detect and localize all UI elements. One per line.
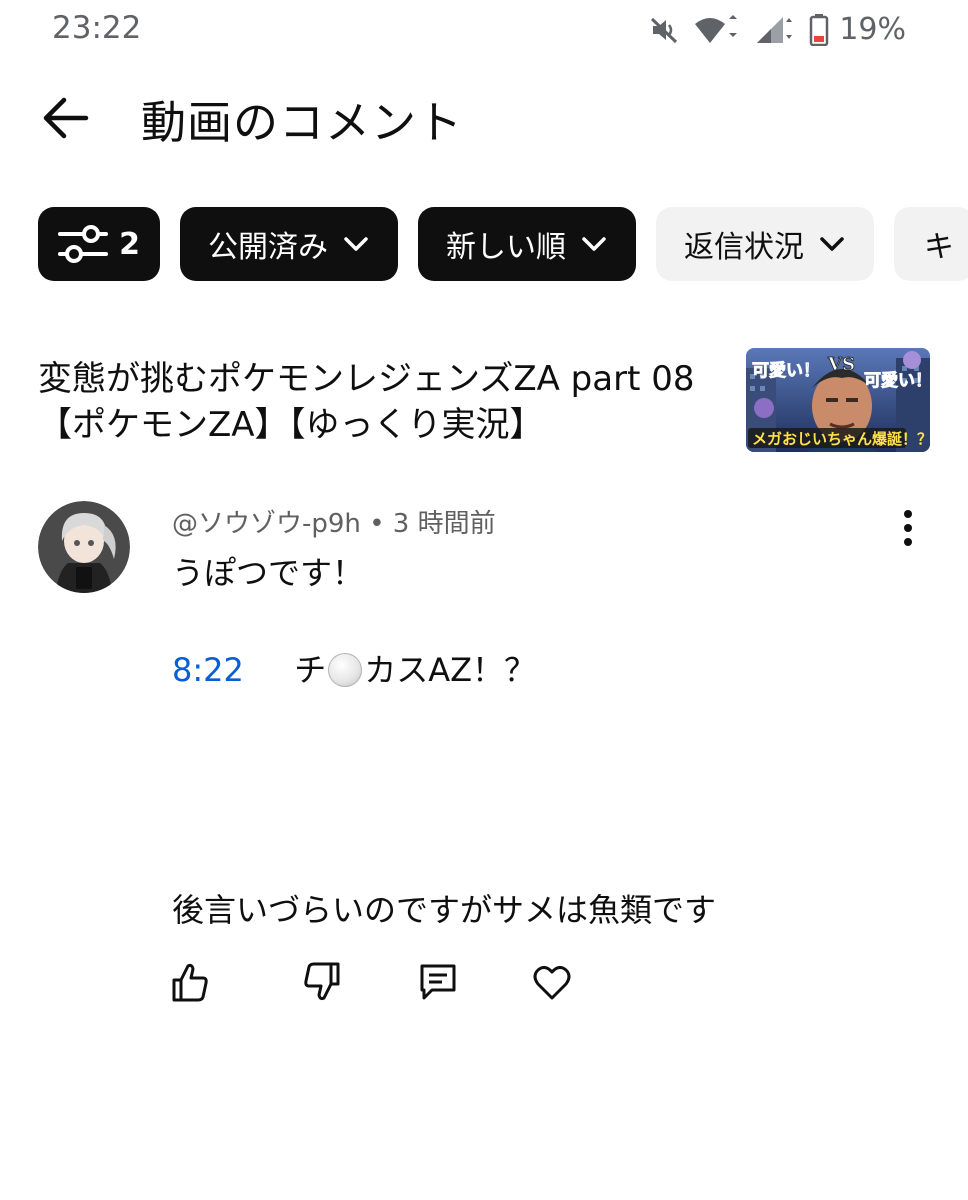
- comment-icon: [420, 964, 456, 1000]
- like-button[interactable]: [170, 960, 210, 1004]
- published-chip[interactable]: 公開済み: [180, 207, 398, 281]
- arrow-left-icon: [43, 97, 89, 139]
- chevron-down-icon: [820, 237, 844, 251]
- more-filter-chip[interactable]: キ: [894, 207, 968, 281]
- published-label: 公開済み: [208, 230, 328, 265]
- back-button[interactable]: [38, 90, 94, 146]
- avatar[interactable]: [38, 501, 130, 593]
- status-bar: 23:22 19%: [0, 0, 968, 60]
- filter-count: 2: [119, 226, 140, 262]
- comment-text-before: チ: [294, 651, 327, 689]
- thumb-text-bottom: メガおじいちゃん爆誕！？: [752, 430, 930, 448]
- header: 動画のコメント: [0, 80, 968, 150]
- heart-button[interactable]: [532, 960, 572, 1004]
- chevron-down-icon: [344, 237, 368, 251]
- more-vert-icon: [904, 510, 912, 546]
- reply-status-label: 返信状況: [684, 230, 804, 265]
- chevron-down-icon: [582, 237, 606, 251]
- heart-icon: [533, 965, 571, 1000]
- comment-meta: @ソウゾウ-p9h • 3 時間前: [172, 503, 496, 540]
- reply-button[interactable]: [418, 960, 458, 1004]
- thumbs-down-icon: [304, 962, 340, 1001]
- comment-line-2: 8:22 チカスAZ！？: [172, 645, 536, 691]
- timestamp-link[interactable]: 8:22: [172, 651, 244, 689]
- thumbnail-image: 可愛い！ VS 可愛い！ メガおじいちゃん爆誕！？: [746, 348, 930, 452]
- sliders-icon: [58, 225, 108, 263]
- thumb-text-left: 可愛い！: [752, 360, 820, 381]
- filter-chips: 2 公開済み 新しい順 返信状況 キ: [38, 207, 968, 281]
- comment-time: 3 時間前: [392, 509, 496, 539]
- comment-line-3: 後言いづらいのですがサメは魚類です: [172, 891, 717, 929]
- mute-icon: [651, 17, 678, 43]
- thumbs-up-icon: [172, 963, 208, 1002]
- wifi-icon: [695, 14, 738, 43]
- video-thumbnail[interactable]: 可愛い！ VS 可愛い！ メガおじいちゃん爆誕！？: [746, 348, 930, 452]
- dislike-button[interactable]: [302, 960, 342, 1004]
- sort-chip[interactable]: 新しい順: [418, 207, 636, 281]
- comment-line-1: うぽつです！: [172, 554, 365, 592]
- battery-icon: [810, 13, 829, 46]
- status-time: 23:22: [52, 10, 142, 46]
- battery-percent: 19%: [839, 12, 906, 47]
- comment-author[interactable]: @ソウゾウ-p9h: [172, 509, 361, 539]
- thumb-text-vs: VS: [827, 354, 855, 375]
- comment-text-after: カスAZ！？: [364, 651, 537, 689]
- status-icons: 19%: [649, 12, 906, 47]
- sort-label: 新しい順: [446, 230, 566, 265]
- meta-separator: •: [369, 509, 385, 539]
- more-options-button[interactable]: [888, 506, 928, 550]
- filter-settings-chip[interactable]: 2: [38, 207, 160, 281]
- reply-status-chip[interactable]: 返信状況: [656, 207, 874, 281]
- page-title: 動画のコメント: [141, 96, 464, 149]
- video-title[interactable]: 変態が挑むポケモンレジェンズZA part 08 【ポケモンZA】【ゆっくり実況…: [38, 356, 718, 448]
- white-circle-emoji-icon: [328, 653, 363, 687]
- signal-icon: [757, 16, 793, 43]
- more-filter-label: キ: [924, 230, 954, 265]
- thumb-text-right: 可愛い！: [864, 370, 930, 391]
